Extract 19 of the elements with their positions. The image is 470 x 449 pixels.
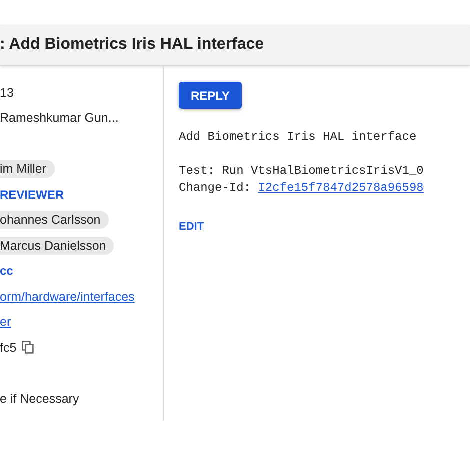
info-text: Rameshkumar Gun...	[0, 111, 119, 126]
change-title: : Add Biometrics Iris HAL interface	[0, 36, 264, 54]
repo-link[interactable]: orm/hardware/interfaces	[0, 290, 135, 304]
commit-subject: Add Biometrics Iris HAL interface	[179, 130, 417, 144]
repo-link[interactable]: er	[0, 315, 12, 330]
commit-message-line: Test: Run VtsHalBiometricsIrisV1_0	[179, 164, 424, 178]
copy-icon[interactable]	[22, 341, 34, 354]
change-id-link[interactable]: I2cfe15f7847d2578a96598	[258, 181, 424, 195]
reviewer-chip[interactable]: ohannes Carlsson	[0, 211, 109, 230]
info-text: 13	[0, 86, 14, 100]
info-text: e if Necessary	[0, 392, 80, 406]
reviewer-chip[interactable]: Marcus Danielsson	[0, 236, 114, 255]
add-link[interactable]: REVIEWER	[0, 188, 64, 202]
edit-button[interactable]: EDIT	[179, 221, 204, 233]
commit-hash: fc5	[0, 340, 17, 355]
add-link[interactable]: cc	[0, 264, 14, 278]
reviewer-chip[interactable]: im Miller	[0, 160, 55, 178]
change-id-label: Change-Id:	[179, 181, 252, 195]
reply-button[interactable]: REPLY	[179, 82, 242, 109]
